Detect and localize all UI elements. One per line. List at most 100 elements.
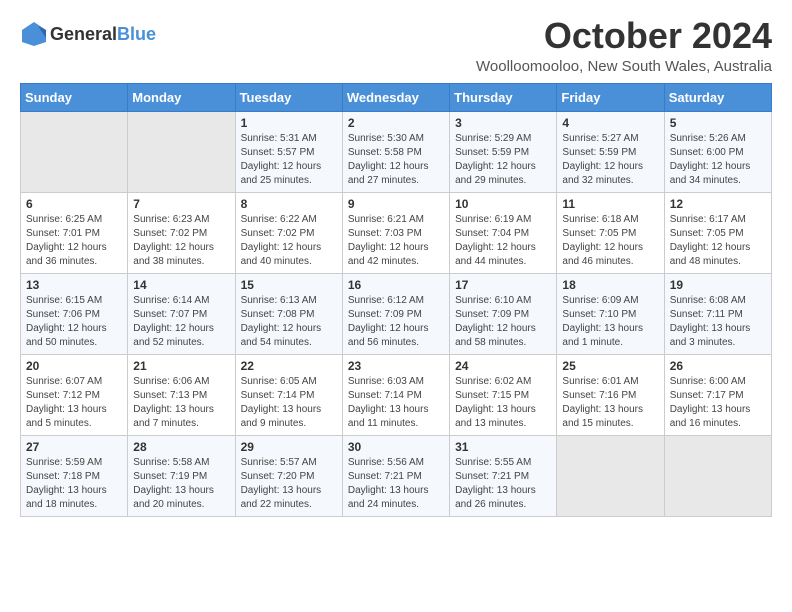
day-info: Sunrise: 6:13 AMSunset: 7:08 PMDaylight:… bbox=[241, 294, 337, 350]
day-number: 15 bbox=[241, 278, 337, 292]
day-number: 6 bbox=[26, 197, 122, 211]
calendar-cell: 26 Sunrise: 6:00 AMSunset: 7:17 PMDayligh… bbox=[664, 354, 771, 435]
day-number: 2 bbox=[348, 116, 444, 130]
day-info: Sunrise: 6:05 AMSunset: 7:14 PMDaylight:… bbox=[241, 375, 337, 431]
day-number: 30 bbox=[348, 440, 444, 454]
day-number: 17 bbox=[455, 278, 551, 292]
day-info: Sunrise: 5:30 AMSunset: 5:58 PMDaylight:… bbox=[348, 132, 444, 188]
calendar-cell: 29 Sunrise: 5:57 AMSunset: 7:20 PMDayligh… bbox=[235, 435, 342, 516]
calendar-cell: 12 Sunrise: 6:17 AMSunset: 7:05 PMDayligh… bbox=[664, 192, 771, 273]
calendar-cell: 5 Sunrise: 5:26 AMSunset: 6:00 PMDaylight… bbox=[664, 111, 771, 192]
day-info: Sunrise: 6:06 AMSunset: 7:13 PMDaylight:… bbox=[133, 375, 229, 431]
calendar-cell: 25 Sunrise: 6:01 AMSunset: 7:16 PMDayligh… bbox=[557, 354, 664, 435]
day-info: Sunrise: 6:03 AMSunset: 7:14 PMDaylight:… bbox=[348, 375, 444, 431]
calendar-cell: 1Sunrise: 5:31 AMSunset: 5:57 PMDaylight… bbox=[235, 111, 342, 192]
day-of-week-monday: Monday bbox=[128, 83, 235, 111]
calendar-cell bbox=[128, 111, 235, 192]
day-number: 10 bbox=[455, 197, 551, 211]
day-info: Sunrise: 5:57 AMSunset: 7:20 PMDaylight:… bbox=[241, 456, 337, 512]
day-info: Sunrise: 6:19 AMSunset: 7:04 PMDaylight:… bbox=[455, 213, 551, 269]
calendar-cell: 6 Sunrise: 6:25 AMSunset: 7:01 PMDaylight… bbox=[21, 192, 128, 273]
title-block: October 2024 Woolloomooloo, New South Wa… bbox=[476, 16, 772, 75]
day-number: 3 bbox=[455, 116, 551, 130]
day-of-week-thursday: Thursday bbox=[450, 83, 557, 111]
calendar-week-row: 27Sunrise: 5:59 AMSunset: 7:18 PMDayligh… bbox=[21, 435, 772, 516]
calendar-cell: 8 Sunrise: 6:22 AMSunset: 7:02 PMDaylight… bbox=[235, 192, 342, 273]
calendar-cell: 18 Sunrise: 6:09 AMSunset: 7:10 PMDayligh… bbox=[557, 273, 664, 354]
page-header: GeneralBlue October 2024 Woolloomooloo, … bbox=[20, 16, 772, 75]
calendar-week-row: 13Sunrise: 6:15 AMSunset: 7:06 PMDayligh… bbox=[21, 273, 772, 354]
day-number: 7 bbox=[133, 197, 229, 211]
calendar-cell: 4 Sunrise: 5:27 AMSunset: 5:59 PMDaylight… bbox=[557, 111, 664, 192]
day-number: 24 bbox=[455, 359, 551, 373]
calendar-cell: 21Sunrise: 6:06 AMSunset: 7:13 PMDayligh… bbox=[128, 354, 235, 435]
day-number: 26 bbox=[670, 359, 766, 373]
calendar-cell: 31 Sunrise: 5:55 AMSunset: 7:21 PMDayligh… bbox=[450, 435, 557, 516]
calendar-cell: 17Sunrise: 6:10 AMSunset: 7:09 PMDayligh… bbox=[450, 273, 557, 354]
day-number: 25 bbox=[562, 359, 658, 373]
day-info: Sunrise: 5:55 AMSunset: 7:21 PMDaylight:… bbox=[455, 456, 551, 512]
calendar-week-row: 20Sunrise: 6:07 AMSunset: 7:12 PMDayligh… bbox=[21, 354, 772, 435]
day-number: 20 bbox=[26, 359, 122, 373]
day-number: 23 bbox=[348, 359, 444, 373]
calendar-cell: 7 Sunrise: 6:23 AMSunset: 7:02 PMDaylight… bbox=[128, 192, 235, 273]
day-number: 29 bbox=[241, 440, 337, 454]
day-number: 16 bbox=[348, 278, 444, 292]
day-info: Sunrise: 6:00 AMSunset: 7:17 PMDaylight:… bbox=[670, 375, 766, 431]
calendar-cell: 22Sunrise: 6:05 AMSunset: 7:14 PMDayligh… bbox=[235, 354, 342, 435]
day-number: 4 bbox=[562, 116, 658, 130]
calendar-week-row: 6 Sunrise: 6:25 AMSunset: 7:01 PMDaylight… bbox=[21, 192, 772, 273]
calendar-cell: 13Sunrise: 6:15 AMSunset: 7:06 PMDayligh… bbox=[21, 273, 128, 354]
day-info: Sunrise: 5:58 AMSunset: 7:19 PMDaylight:… bbox=[133, 456, 229, 512]
calendar-cell: 9 Sunrise: 6:21 AMSunset: 7:03 PMDaylight… bbox=[342, 192, 449, 273]
day-info: Sunrise: 6:23 AMSunset: 7:02 PMDaylight:… bbox=[133, 213, 229, 269]
day-of-week-tuesday: Tuesday bbox=[235, 83, 342, 111]
day-of-week-friday: Friday bbox=[557, 83, 664, 111]
calendar-cell: 14 Sunrise: 6:14 AMSunset: 7:07 PMDayligh… bbox=[128, 273, 235, 354]
calendar-cell: 28 Sunrise: 5:58 AMSunset: 7:19 PMDayligh… bbox=[128, 435, 235, 516]
calendar-table: SundayMondayTuesdayWednesdayThursdayFrid… bbox=[20, 83, 772, 517]
calendar-cell: 24Sunrise: 6:02 AMSunset: 7:15 PMDayligh… bbox=[450, 354, 557, 435]
day-info: Sunrise: 5:29 AMSunset: 5:59 PMDaylight:… bbox=[455, 132, 551, 188]
day-info: Sunrise: 6:22 AMSunset: 7:02 PMDaylight:… bbox=[241, 213, 337, 269]
day-info: Sunrise: 5:56 AMSunset: 7:21 PMDaylight:… bbox=[348, 456, 444, 512]
day-info: Sunrise: 5:59 AMSunset: 7:18 PMDaylight:… bbox=[26, 456, 122, 512]
day-number: 28 bbox=[133, 440, 229, 454]
month-title: October 2024 bbox=[476, 16, 772, 56]
calendar-cell: 11 Sunrise: 6:18 AMSunset: 7:05 PMDayligh… bbox=[557, 192, 664, 273]
calendar-cell: 23 Sunrise: 6:03 AMSunset: 7:14 PMDayligh… bbox=[342, 354, 449, 435]
logo: GeneralBlue bbox=[20, 20, 156, 48]
day-info: Sunrise: 6:18 AMSunset: 7:05 PMDaylight:… bbox=[562, 213, 658, 269]
calendar-cell bbox=[664, 435, 771, 516]
day-number: 11 bbox=[562, 197, 658, 211]
day-info: Sunrise: 6:17 AMSunset: 7:05 PMDaylight:… bbox=[670, 213, 766, 269]
day-info: Sunrise: 6:09 AMSunset: 7:10 PMDaylight:… bbox=[562, 294, 658, 350]
calendar-cell: 20Sunrise: 6:07 AMSunset: 7:12 PMDayligh… bbox=[21, 354, 128, 435]
calendar-cell: 30 Sunrise: 5:56 AMSunset: 7:21 PMDayligh… bbox=[342, 435, 449, 516]
day-number: 14 bbox=[133, 278, 229, 292]
day-info: Sunrise: 6:25 AMSunset: 7:01 PMDaylight:… bbox=[26, 213, 122, 269]
calendar-cell: 15 Sunrise: 6:13 AMSunset: 7:08 PMDayligh… bbox=[235, 273, 342, 354]
day-number: 8 bbox=[241, 197, 337, 211]
calendar-header-row: SundayMondayTuesdayWednesdayThursdayFrid… bbox=[21, 83, 772, 111]
day-number: 12 bbox=[670, 197, 766, 211]
day-info: Sunrise: 5:27 AMSunset: 5:59 PMDaylight:… bbox=[562, 132, 658, 188]
day-number: 31 bbox=[455, 440, 551, 454]
day-of-week-sunday: Sunday bbox=[21, 83, 128, 111]
day-number: 18 bbox=[562, 278, 658, 292]
logo-general: General bbox=[50, 24, 117, 44]
logo-blue: Blue bbox=[117, 24, 156, 44]
location-title: Woolloomooloo, New South Wales, Australi… bbox=[476, 58, 772, 75]
day-info: Sunrise: 5:26 AMSunset: 6:00 PMDaylight:… bbox=[670, 132, 766, 188]
calendar-cell bbox=[21, 111, 128, 192]
day-info: Sunrise: 6:01 AMSunset: 7:16 PMDaylight:… bbox=[562, 375, 658, 431]
day-number: 5 bbox=[670, 116, 766, 130]
day-number: 13 bbox=[26, 278, 122, 292]
day-number: 9 bbox=[348, 197, 444, 211]
logo-icon bbox=[20, 20, 48, 48]
day-info: Sunrise: 6:21 AMSunset: 7:03 PMDaylight:… bbox=[348, 213, 444, 269]
day-info: Sunrise: 6:14 AMSunset: 7:07 PMDaylight:… bbox=[133, 294, 229, 350]
day-of-week-wednesday: Wednesday bbox=[342, 83, 449, 111]
calendar-cell bbox=[557, 435, 664, 516]
day-number: 1 bbox=[241, 116, 337, 130]
